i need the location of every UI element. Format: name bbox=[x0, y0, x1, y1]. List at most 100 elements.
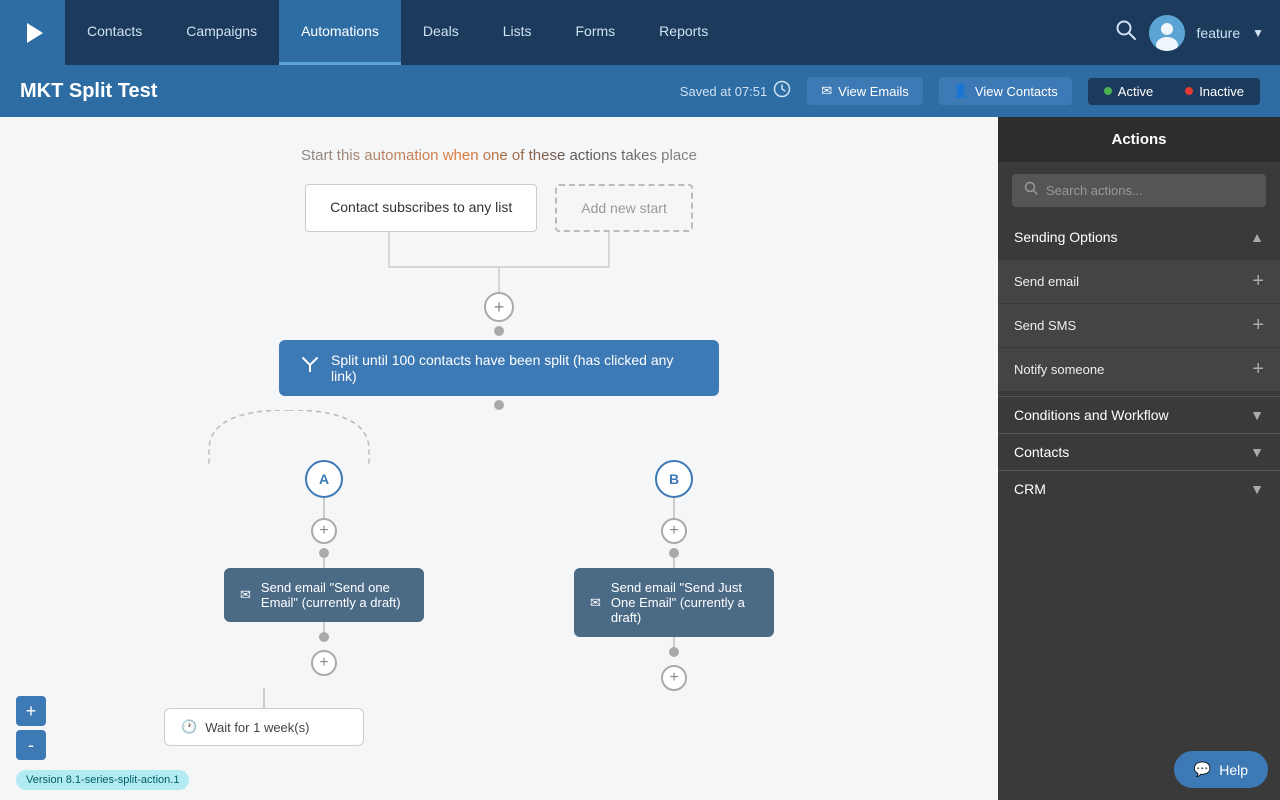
connector-dot-2 bbox=[494, 400, 504, 410]
send-email-label: Send email bbox=[1014, 274, 1079, 289]
nav-reports[interactable]: Reports bbox=[637, 0, 730, 65]
send-sms-label: Send SMS bbox=[1014, 318, 1076, 333]
nav-logo[interactable] bbox=[0, 0, 65, 65]
zoom-controls: + - bbox=[16, 696, 46, 760]
crm-header[interactable]: CRM ▼ bbox=[998, 471, 1280, 507]
nav-items: Contacts Campaigns Automations Deals Lis… bbox=[65, 0, 1115, 65]
username-label[interactable]: feature bbox=[1197, 25, 1241, 41]
view-emails-button[interactable]: ✉ View Emails bbox=[807, 77, 922, 105]
active-dot bbox=[1104, 87, 1112, 95]
conn-a-1 bbox=[323, 498, 325, 518]
wait-label: Wait for 1 week(s) bbox=[205, 720, 309, 735]
search-box bbox=[1012, 174, 1266, 207]
conditions-header[interactable]: Conditions and Workflow ▼ bbox=[998, 397, 1280, 433]
inactive-dot bbox=[1185, 87, 1193, 95]
zoom-in-button[interactable]: + bbox=[16, 696, 46, 726]
panel-footer: 💬 Help bbox=[998, 507, 1280, 800]
nav-right: feature ▼ bbox=[1115, 15, 1264, 51]
chevron-down-icon-crm: ▼ bbox=[1250, 481, 1264, 497]
help-button[interactable]: 💬 Help bbox=[1174, 751, 1268, 788]
conn-a-3 bbox=[323, 622, 325, 632]
send-sms-item[interactable]: Send SMS + bbox=[998, 304, 1280, 347]
sending-options-title: Sending Options bbox=[1014, 229, 1118, 245]
email-block-b[interactable]: ✉ Send email "Send Just One Email" (curr… bbox=[574, 568, 774, 637]
email-label-b: Send email "Send Just One Email" (curren… bbox=[611, 580, 758, 625]
send-email-item[interactable]: Send email + bbox=[998, 260, 1280, 303]
main-layout: Start this automation when one of these … bbox=[0, 117, 1280, 800]
clock-icon: 🕐 bbox=[181, 719, 197, 735]
search-input[interactable] bbox=[1046, 183, 1254, 198]
canvas-inner: Start this automation when one of these … bbox=[0, 117, 998, 800]
history-icon[interactable] bbox=[773, 80, 791, 103]
panel-search bbox=[998, 162, 1280, 219]
active-button[interactable]: Active bbox=[1088, 78, 1169, 105]
branch-a-col: A + ✉ Send email "Send one Email" (curre… bbox=[149, 410, 499, 691]
notify-someone-label: Notify someone bbox=[1014, 362, 1104, 377]
add-icon-sms: + bbox=[1252, 314, 1264, 337]
nav-contacts[interactable]: Contacts bbox=[65, 0, 164, 65]
avatar bbox=[1149, 15, 1185, 51]
nav-campaigns[interactable]: Campaigns bbox=[164, 0, 279, 65]
right-panel: Actions Sending Options ▲ Send em bbox=[998, 117, 1280, 800]
split-block[interactable]: Split until 100 contacts have been split… bbox=[279, 340, 719, 396]
add-branch-b-button-2[interactable]: + bbox=[661, 665, 687, 691]
search-icon bbox=[1024, 181, 1038, 200]
conditions-title: Conditions and Workflow bbox=[1014, 407, 1169, 423]
status-buttons: Active Inactive bbox=[1088, 78, 1260, 105]
add-new-start[interactable]: Add new start bbox=[555, 184, 693, 232]
trigger-subscribe[interactable]: Contact subscribes to any list bbox=[305, 184, 537, 232]
connector-dot-1 bbox=[494, 326, 504, 336]
chevron-down-icon-conditions: ▼ bbox=[1250, 407, 1264, 423]
add-icon-notify: + bbox=[1252, 358, 1264, 381]
inactive-button[interactable]: Inactive bbox=[1169, 78, 1260, 105]
contacts-header[interactable]: Contacts ▼ bbox=[998, 434, 1280, 470]
contacts-section: Contacts ▼ bbox=[998, 433, 1280, 470]
chevron-up-icon: ▲ bbox=[1250, 229, 1264, 245]
wait-block[interactable]: 🕐 Wait for 1 week(s) bbox=[164, 708, 364, 746]
email-icon: ✉ bbox=[821, 83, 832, 99]
email-icon-a: ✉ bbox=[240, 587, 251, 603]
add-icon: + bbox=[1252, 270, 1264, 293]
search-icon[interactable] bbox=[1115, 19, 1137, 47]
dot-a bbox=[319, 548, 329, 558]
nav-automations[interactable]: Automations bbox=[279, 0, 401, 65]
trigger-row: Contact subscribes to any list Add new s… bbox=[305, 184, 693, 232]
nav-forms[interactable]: Forms bbox=[554, 0, 638, 65]
dot-b bbox=[669, 548, 679, 558]
sending-options-section: Sending Options ▲ Send email + Send SMS … bbox=[998, 219, 1280, 396]
branch-a-circle: A bbox=[305, 460, 343, 498]
save-label: Saved at 07:51 bbox=[680, 84, 767, 99]
wait-block-area: 🕐 Wait for 1 week(s) bbox=[164, 688, 364, 746]
nav-deals[interactable]: Deals bbox=[401, 0, 481, 65]
view-contacts-button[interactable]: 👤 View Contacts bbox=[939, 77, 1072, 105]
add-branch-b-button[interactable]: + bbox=[661, 518, 687, 544]
conditions-section: Conditions and Workflow ▼ bbox=[998, 396, 1280, 433]
chevron-down-icon-contacts: ▼ bbox=[1250, 444, 1264, 460]
add-branch-a-button-2[interactable]: + bbox=[311, 650, 337, 676]
automation-title: MKT Split Test bbox=[20, 80, 664, 103]
chevron-down-icon: ▼ bbox=[1252, 26, 1264, 40]
split-label: Split until 100 contacts have been split… bbox=[331, 352, 699, 384]
contacts-title: Contacts bbox=[1014, 444, 1069, 460]
sending-options-items: Send email + Send SMS + Notify someone + bbox=[998, 255, 1280, 396]
conn-b-2 bbox=[673, 558, 675, 568]
conn-a-2 bbox=[323, 558, 325, 568]
nav-lists[interactable]: Lists bbox=[481, 0, 554, 65]
email-icon-b: ✉ bbox=[590, 595, 601, 611]
email-label-a: Send email "Send one Email" (currently a… bbox=[261, 580, 408, 610]
split-icon bbox=[299, 354, 321, 382]
sending-options-header[interactable]: Sending Options ▲ bbox=[998, 219, 1280, 255]
branch-b-col: B + ✉ Send email "Send Just One Email" (… bbox=[499, 410, 849, 691]
add-step-button[interactable]: + bbox=[484, 292, 514, 322]
panel-header: Actions bbox=[998, 117, 1280, 162]
notify-someone-item[interactable]: Notify someone + bbox=[998, 348, 1280, 391]
dot-b-2 bbox=[669, 647, 679, 657]
branch-b-circle: B bbox=[655, 460, 693, 498]
conn-b-3 bbox=[673, 637, 675, 647]
zoom-out-button[interactable]: - bbox=[16, 730, 46, 760]
email-block-a[interactable]: ✉ Send email "Send one Email" (currently… bbox=[224, 568, 424, 622]
add-branch-a-button[interactable]: + bbox=[311, 518, 337, 544]
branch-row: A + ✉ Send email "Send one Email" (curre… bbox=[149, 410, 849, 691]
branches-section: A + ✉ Send email "Send one Email" (curre… bbox=[149, 410, 849, 691]
crm-section: CRM ▼ bbox=[998, 470, 1280, 507]
